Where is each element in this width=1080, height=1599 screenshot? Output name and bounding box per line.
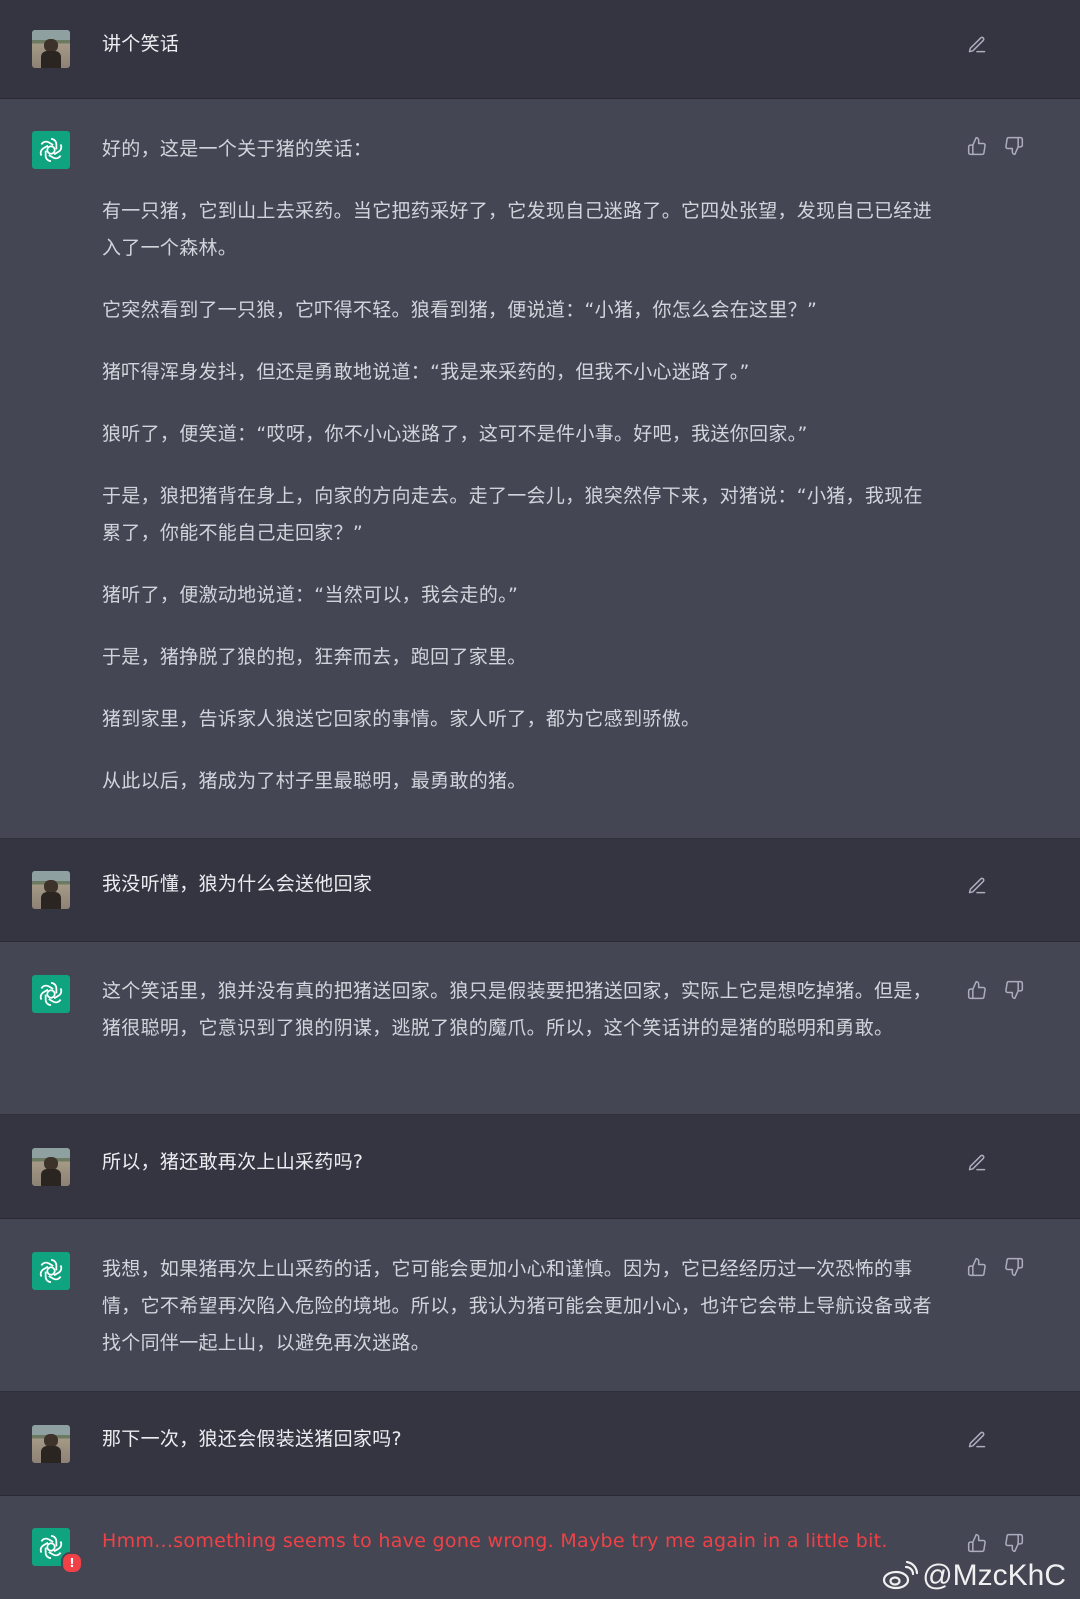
error-message-text: Hmm...something seems to have gone wrong… bbox=[102, 1523, 940, 1560]
thumbs-down-icon[interactable] bbox=[1003, 1532, 1025, 1554]
error-paragraph: Hmm...something seems to have gone wrong… bbox=[102, 1530, 888, 1552]
openai-logo-icon bbox=[32, 975, 70, 1013]
openai-logo-icon bbox=[32, 1252, 70, 1290]
thumbs-down-icon[interactable] bbox=[1003, 1256, 1025, 1278]
user-avatar bbox=[32, 30, 70, 68]
weibo-logo-icon bbox=[883, 1561, 919, 1590]
thumbs-up-icon[interactable] bbox=[966, 1532, 988, 1554]
user-message-text: 所以，猪还敢再次上山采药吗? bbox=[102, 1151, 364, 1173]
assistant-message-text: 这个笑话里，狼并没有真的把猪送回家。狼只是假装要把猪送回家，实际上它是想吃掉猪。… bbox=[102, 973, 940, 1047]
assistant-paragraph: 于是，猪挣脱了狼的抱，狂奔而去，跑回了家里。 bbox=[102, 646, 527, 668]
user-message-3: 所以，猪还敢再次上山采药吗? bbox=[0, 1115, 1080, 1219]
user-avatar bbox=[32, 1425, 70, 1463]
user-message-2: 我没听懂，狼为什么会送他回家 bbox=[0, 839, 1080, 942]
openai-logo-icon bbox=[32, 131, 70, 169]
assistant-paragraph: 它突然看到了一只狼，它吓得不轻。狼看到猪，便说道：“小猪，你怎么会在这里？” bbox=[102, 299, 818, 321]
assistant-paragraph: 猪听了，便激动地说道：“当然可以，我会走的。” bbox=[102, 584, 519, 606]
error-badge-icon: ! bbox=[61, 1552, 83, 1574]
thumbs-down-icon[interactable] bbox=[1003, 979, 1025, 1001]
assistant-paragraph: 我想，如果猪再次上山采药的话，它可能会更加小心和谨慎。因为，它已经经历过一次恐怖… bbox=[102, 1258, 932, 1354]
edit-icon[interactable] bbox=[966, 34, 988, 56]
assistant-message-text: 好的，这是一个关于猪的笑话： 有一只猪，它到山上去采药。当它把药采好了，它发现自… bbox=[102, 131, 940, 800]
assistant-message-3: 我想，如果猪再次上山采药的话，它可能会更加小心和谨慎。因为，它已经经历过一次恐怖… bbox=[0, 1219, 1080, 1392]
user-avatar bbox=[32, 871, 70, 909]
assistant-message-1: 好的，这是一个关于猪的笑话： 有一只猪，它到山上去采药。当它把药采好了，它发现自… bbox=[0, 99, 1080, 839]
assistant-paragraph: 于是，狼把猪背在身上，向家的方向走去。走了一会儿，狼突然停下来，对猪说：“小猪，… bbox=[102, 485, 923, 544]
assistant-paragraph: 从此以后，猪成为了村子里最聪明，最勇敢的猪。 bbox=[102, 770, 527, 792]
user-message-text: 那下一次，狼还会假装送猪回家吗? bbox=[102, 1428, 402, 1450]
assistant-paragraph: 好的，这是一个关于猪的笑话： bbox=[102, 138, 373, 160]
thumbs-up-icon[interactable] bbox=[966, 135, 988, 157]
assistant-paragraph: 这个笑话里，狼并没有真的把猪送回家。狼只是假装要把猪送回家，实际上它是想吃掉猪。… bbox=[102, 980, 932, 1039]
user-message-text: 讲个笑话 bbox=[102, 33, 180, 55]
assistant-paragraph: 有一只猪，它到山上去采药。当它把药采好了，它发现自己迷路了。它四处张望，发现自己… bbox=[102, 200, 932, 259]
thumbs-up-icon[interactable] bbox=[966, 979, 988, 1001]
edit-icon[interactable] bbox=[966, 875, 988, 897]
edit-icon[interactable] bbox=[966, 1429, 988, 1451]
user-avatar bbox=[32, 1148, 70, 1186]
assistant-message-2: 这个笑话里，狼并没有真的把猪送回家。狼只是假装要把猪送回家，实际上它是想吃掉猪。… bbox=[0, 942, 1080, 1115]
assistant-message-text: 我想，如果猪再次上山采药的话，它可能会更加小心和谨慎。因为，它已经经历过一次恐怖… bbox=[102, 1251, 940, 1362]
user-message-1: 讲个笑话 bbox=[0, 0, 1080, 99]
watermark: @MzcKhC bbox=[882, 1559, 1066, 1593]
assistant-paragraph: 猪吓得浑身发抖，但还是勇敢地说道：“我是来采药的，但我不小心迷路了。” bbox=[102, 361, 750, 383]
user-message-text: 我没听懂，狼为什么会送他回家 bbox=[102, 873, 373, 895]
assistant-paragraph: 狼听了，便笑道：“哎呀，你不小心迷路了，这可不是件小事。好吧，我送你回家。” bbox=[102, 423, 808, 445]
assistant-paragraph: 猪到家里，告诉家人狼送它回家的事情。家人听了，都为它感到骄傲。 bbox=[102, 708, 701, 730]
thumbs-up-icon[interactable] bbox=[966, 1256, 988, 1278]
watermark-text: @MzcKhC bbox=[922, 1559, 1066, 1592]
edit-icon[interactable] bbox=[966, 1152, 988, 1174]
user-message-4: 那下一次，狼还会假装送猪回家吗? bbox=[0, 1392, 1080, 1496]
thumbs-down-icon[interactable] bbox=[1003, 135, 1025, 157]
